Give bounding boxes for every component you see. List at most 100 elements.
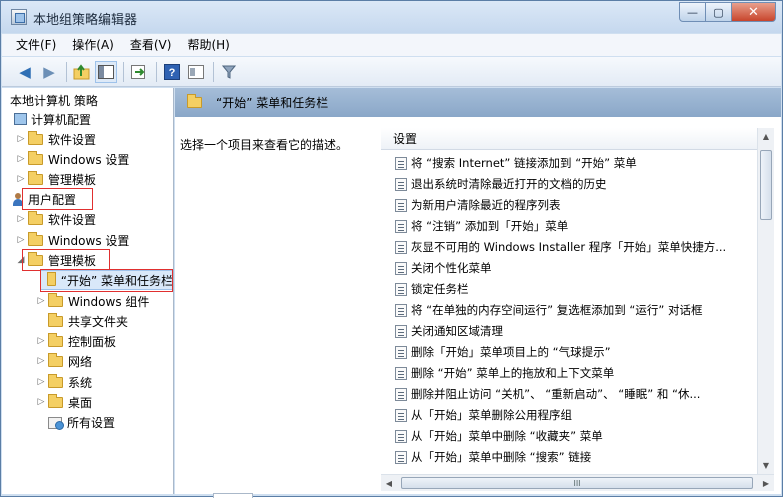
- list-item[interactable]: 将 “注销” 添加到「开始」菜单: [381, 216, 757, 236]
- expand-arrow-icon[interactable]: ▷: [36, 296, 46, 306]
- column-header-setting[interactable]: 设置: [381, 128, 757, 150]
- tree-label: 软件设置: [48, 132, 97, 147]
- window-controls: — ▢ ✕: [679, 2, 776, 22]
- list-item[interactable]: 从「开始」菜单删除公用程序组: [381, 405, 757, 425]
- tree-item-all-settings[interactable]: 所有设置: [36, 412, 115, 432]
- expand-arrow-icon[interactable]: ▷: [36, 356, 46, 366]
- forward-button[interactable]: ▶: [38, 61, 60, 83]
- policy-setting-icon: [395, 198, 407, 212]
- tree-label: 共享文件夹: [68, 314, 129, 329]
- tree-item-system[interactable]: ▷ 系统: [36, 372, 92, 392]
- menu-help[interactable]: 帮助(H): [181, 35, 235, 55]
- highlight-box-user-config: [22, 188, 93, 210]
- tree-label: 控制面板: [68, 334, 117, 349]
- list-item[interactable]: 删除并阻止访问 “关机”、 “重新启动”、 “睡眠” 和 “休...: [381, 384, 757, 404]
- properties-button[interactable]: [185, 61, 207, 83]
- minimize-button[interactable]: —: [679, 2, 706, 22]
- tree-item-shared-folders[interactable]: 共享文件夹: [36, 311, 128, 331]
- policy-setting-icon: [395, 177, 407, 191]
- tree-root[interactable]: 本地计算机 策略: [10, 90, 98, 110]
- expand-arrow-icon[interactable]: ▷: [36, 336, 46, 346]
- scroll-left-arrow-icon[interactable]: ◀: [381, 475, 397, 491]
- toolbar-separator: [156, 61, 157, 82]
- policy-setting-icon: [395, 261, 407, 275]
- list-item[interactable]: 锁定任务栏: [381, 279, 757, 299]
- expand-arrow-icon[interactable]: ▷: [16, 154, 26, 164]
- policy-setting-icon: [395, 303, 407, 317]
- folder-icon: [48, 393, 63, 408]
- list-item[interactable]: 灰显不可用的 Windows Installer 程序「开始」菜单快捷方...: [381, 237, 757, 257]
- properties-icon: [188, 64, 204, 79]
- expand-arrow-icon[interactable]: ▷: [16, 134, 26, 144]
- close-button[interactable]: ✕: [732, 2, 776, 22]
- policy-setting-icon: [395, 429, 407, 443]
- policy-setting-icon: [395, 240, 407, 254]
- expand-arrow-icon[interactable]: ▷: [36, 377, 46, 387]
- show-hide-tree-button[interactable]: [95, 60, 117, 83]
- export-list-button[interactable]: [128, 61, 150, 83]
- tree-item-desktop[interactable]: ▷ 桌面: [36, 392, 92, 412]
- tree-item-windows-components[interactable]: ▷ Windows 组件: [36, 291, 149, 311]
- vertical-scroll-thumb[interactable]: [760, 150, 772, 220]
- filter-button[interactable]: [218, 61, 240, 83]
- toolbar-separator: [66, 61, 67, 82]
- vertical-scrollbar[interactable]: ▲ ▼: [757, 128, 774, 474]
- tree-label: 桌面: [68, 395, 93, 410]
- folder-icon: [48, 332, 63, 347]
- policy-setting-icon: [395, 387, 407, 401]
- expand-arrow-icon[interactable]: ▷: [16, 235, 26, 245]
- scroll-up-arrow-icon[interactable]: ▲: [758, 128, 774, 145]
- list-item[interactable]: 删除 “开始” 菜单上的拖放和上下文菜单: [381, 363, 757, 383]
- list-item[interactable]: 删除「开始」菜单项目上的 “气球提示”: [381, 342, 757, 362]
- tree-item-admin-templates[interactable]: ▷ 管理模板: [16, 169, 96, 189]
- menu-action[interactable]: 操作(A): [66, 35, 120, 55]
- list-item[interactable]: 为新用户清除最近的程序列表: [381, 195, 757, 215]
- list-item[interactable]: 关闭通知区域清理: [381, 321, 757, 341]
- list-item[interactable]: 将 “搜索 Internet” 链接添加到 “开始” 菜单: [381, 153, 757, 173]
- tree-item-user-software-settings[interactable]: ▷ 软件设置: [16, 209, 96, 229]
- forward-arrow-icon: ▶: [43, 62, 55, 81]
- tree-item-user-windows-settings[interactable]: ▷ Windows 设置: [16, 230, 129, 250]
- bottom-tab[interactable]: [213, 493, 253, 498]
- export-list-icon: [131, 64, 145, 79]
- highlight-box-start-menu: [40, 269, 173, 292]
- scroll-right-arrow-icon[interactable]: ▶: [758, 475, 774, 491]
- details-header-title: “开始” 菜单和任务栏: [216, 96, 329, 110]
- up-folder-button[interactable]: [71, 61, 93, 83]
- back-button[interactable]: ◀: [14, 61, 36, 83]
- help-button[interactable]: ?: [161, 61, 183, 83]
- tree-item-software-settings[interactable]: ▷ 软件设置: [16, 129, 96, 149]
- toolbar-separator: [123, 61, 124, 82]
- window-title: 本地组策略编辑器: [33, 13, 138, 28]
- maximize-button[interactable]: ▢: [706, 2, 732, 22]
- horizontal-scroll-thumb[interactable]: III: [401, 477, 753, 489]
- tree-root-label: 本地计算机 策略: [10, 93, 98, 108]
- scroll-down-arrow-icon[interactable]: ▼: [758, 457, 774, 474]
- title-bar[interactable]: 本地组策略编辑器 — ▢ ✕: [1, 1, 782, 33]
- list-item[interactable]: 关闭个性化菜单: [381, 258, 757, 278]
- tree-computer-config[interactable]: 计算机配置: [14, 109, 91, 129]
- tree-item-network[interactable]: ▷ 网络: [36, 351, 92, 371]
- expand-arrow-icon[interactable]: ▷: [16, 214, 26, 224]
- tree-item-windows-settings[interactable]: ▷ Windows 设置: [16, 149, 129, 169]
- folder-icon: [28, 170, 43, 185]
- tree-item-control-panel[interactable]: ▷ 控制面板: [36, 331, 116, 351]
- list-item[interactable]: 退出系统时清除最近打开的文档的历史: [381, 174, 757, 194]
- list-item[interactable]: 将 “在单独的内存空间运行” 复选框添加到 “运行” 对话框: [381, 300, 757, 320]
- folder-icon: [48, 352, 63, 367]
- menu-view[interactable]: 查看(V): [124, 35, 178, 55]
- expand-arrow-icon[interactable]: ▷: [16, 174, 26, 184]
- folder-icon: [28, 150, 43, 165]
- list-item[interactable]: 从「开始」菜单中删除 “收藏夹” 菜单: [381, 426, 757, 446]
- menu-bar: 文件(F) 操作(A) 查看(V) 帮助(H): [2, 34, 781, 56]
- policy-setting-icon: [395, 156, 407, 170]
- horizontal-scrollbar[interactable]: ◀ III ▶: [381, 474, 774, 491]
- menu-file[interactable]: 文件(F): [10, 35, 62, 55]
- policy-setting-icon: [395, 366, 407, 380]
- expand-arrow-icon[interactable]: ▷: [36, 397, 46, 407]
- policy-setting-icon: [395, 450, 407, 464]
- policy-setting-icon: [395, 408, 407, 422]
- highlight-box-admin-templates: [22, 249, 110, 271]
- list-item[interactable]: 从「开始」菜单中删除 “搜索” 链接: [381, 447, 757, 467]
- tree-label: Windows 设置: [48, 233, 130, 248]
